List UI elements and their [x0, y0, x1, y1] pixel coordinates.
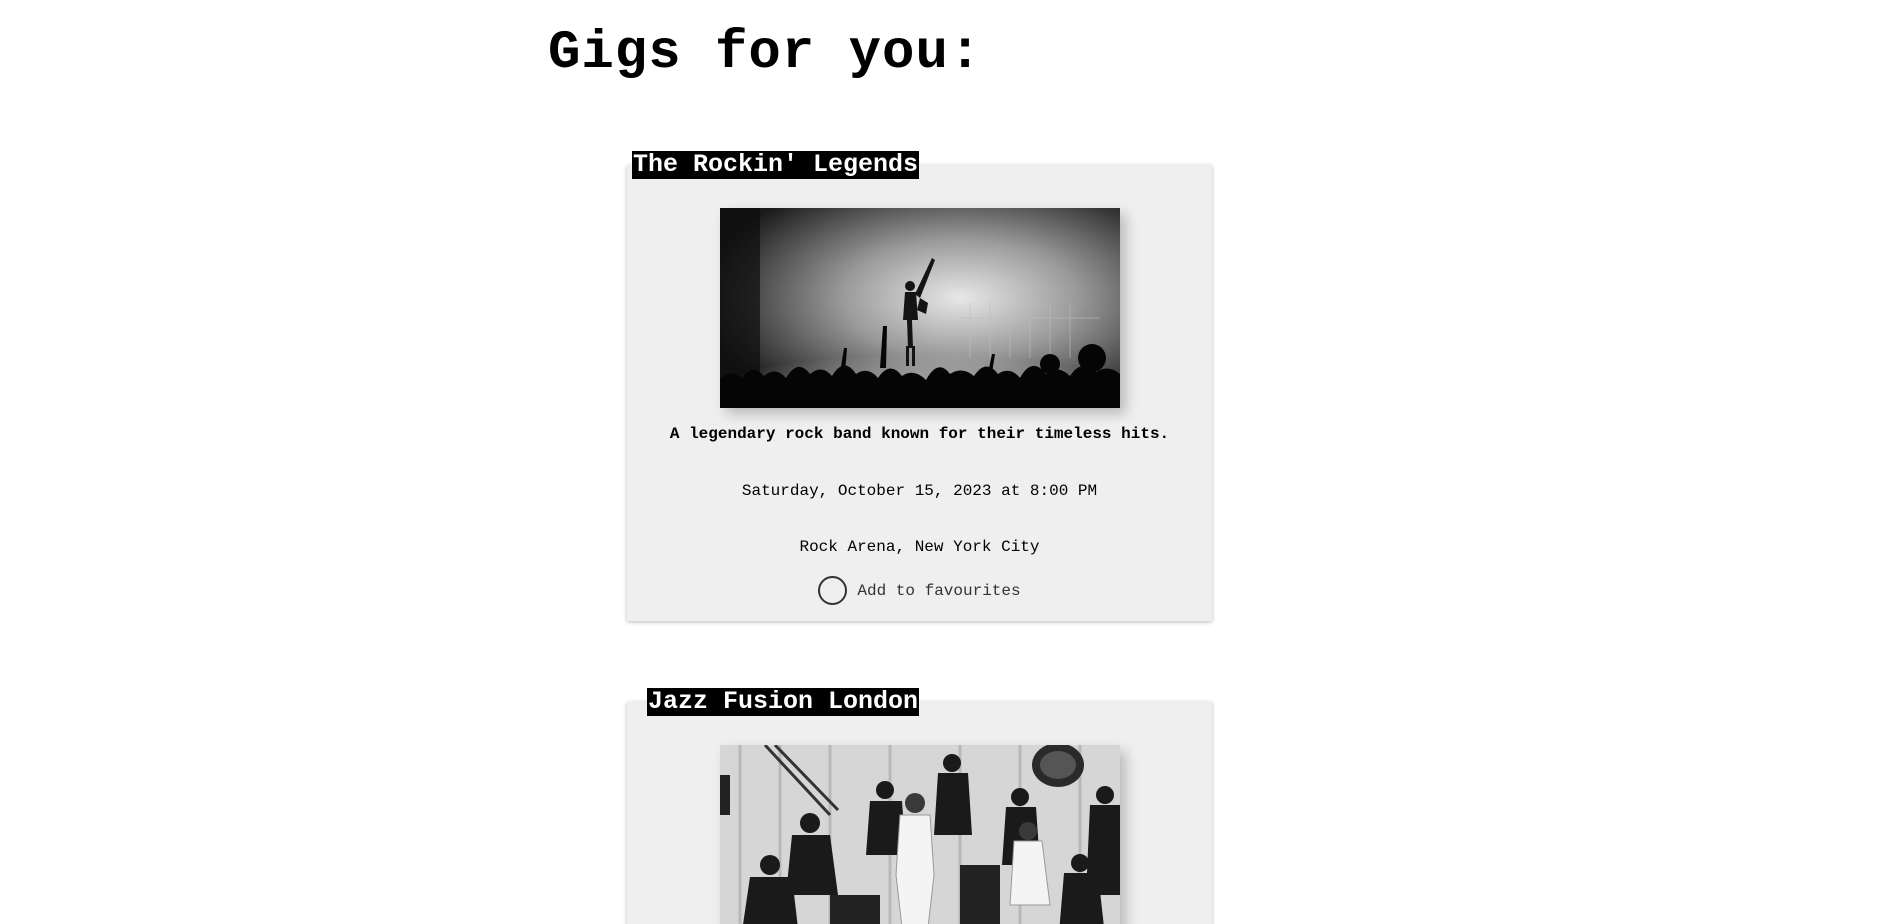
concert-photo-icon [720, 208, 1120, 408]
gig-card: Jazz Fusion London [627, 688, 1212, 924]
favourite-label[interactable]: Add to favourites [857, 581, 1020, 601]
gig-description: A legendary rock band known for their ti… [669, 425, 1170, 443]
gig-name: The Rockin' Legends [631, 150, 919, 179]
gig-name: Jazz Fusion London [646, 687, 919, 716]
gig-date: Saturday, October 15, 2023 at 8:00 PM [741, 482, 1098, 500]
page: Gigs for you: The Rockin' Legends A lege… [0, 0, 1882, 924]
favourite-radio-icon[interactable] [818, 576, 848, 605]
gig-image [720, 208, 1120, 408]
page-title: Gigs for you: [548, 23, 983, 84]
gig-venue: Rock Arena, New York City [799, 538, 1040, 556]
add-to-favourites-toggle[interactable]: Add to favourites [627, 576, 1212, 605]
gig-image [720, 745, 1120, 924]
gig-card: The Rockin' Legends A legendary rock ban… [627, 151, 1212, 621]
band-photo-icon [720, 745, 1120, 924]
